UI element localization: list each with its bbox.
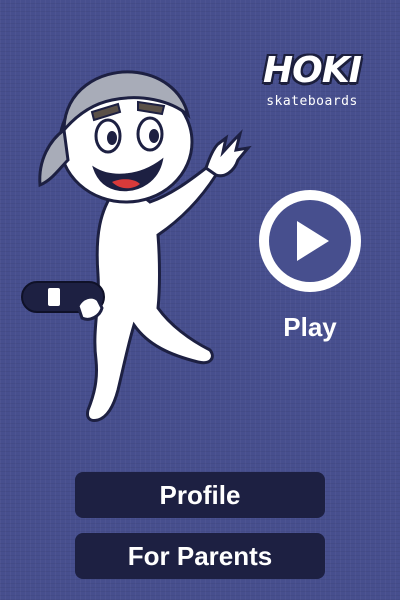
character-body — [86, 164, 219, 422]
left-pupil — [107, 131, 117, 145]
skater-character-illustration — [21, 70, 252, 422]
skateboard-truck — [48, 288, 60, 306]
play-icon — [297, 221, 329, 261]
play-button[interactable] — [259, 190, 361, 292]
brand-logo: HOKI skateboards — [252, 50, 372, 120]
for-parents-button[interactable]: For Parents — [75, 533, 325, 579]
play-label[interactable]: Play — [259, 312, 361, 343]
logo-wordmark: HOKI — [262, 50, 362, 91]
waving-hand — [204, 129, 252, 178]
logo-subtitle: skateboards — [266, 94, 358, 109]
holding-hand — [76, 295, 104, 321]
cap-brim — [38, 127, 70, 188]
right-pupil — [149, 129, 159, 143]
profile-button[interactable]: Profile — [75, 472, 325, 518]
